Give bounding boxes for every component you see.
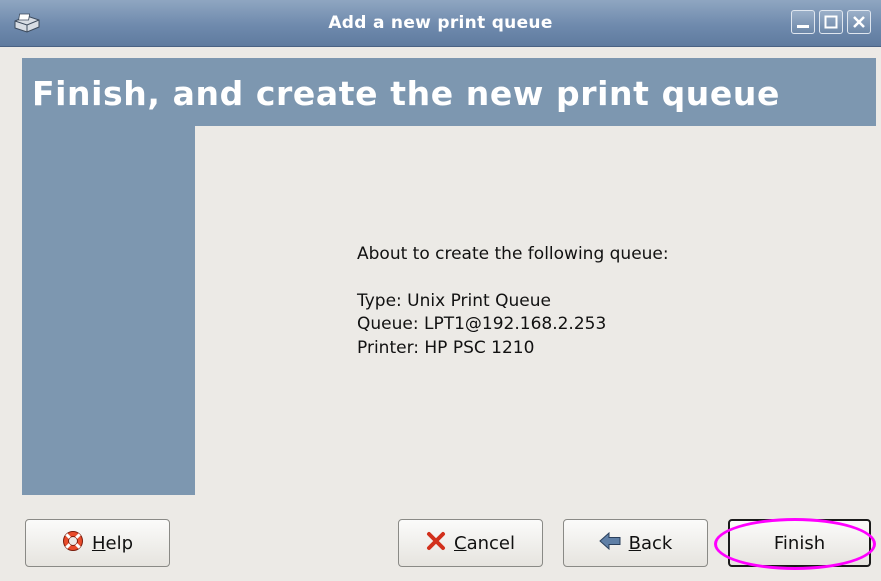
cancel-label: Cancel xyxy=(454,532,515,554)
finish-button[interactable]: Finish xyxy=(728,519,871,567)
queue-type: Type: Unix Print Queue xyxy=(357,290,551,311)
summary-intro: About to create the following queue: xyxy=(357,244,669,264)
help-button[interactable]: Help xyxy=(25,519,170,567)
arrow-left-icon xyxy=(598,531,621,555)
maximize-button[interactable] xyxy=(819,10,843,34)
queue-name: Queue: LPT1@192.168.2.253 xyxy=(357,314,607,334)
finish-label: Finish xyxy=(773,532,826,554)
side-panel xyxy=(22,126,195,495)
lifebuoy-icon xyxy=(62,530,84,557)
page-header: Finish, and create the new print queue xyxy=(22,58,876,126)
printer-model: Printer: HP PSC 1210 xyxy=(357,337,535,358)
summary-panel: About to create the following queue: Typ… xyxy=(357,243,669,360)
cancel-button[interactable]: Cancel xyxy=(398,519,543,567)
dialog-window: Add a new print queue Finish, and create… xyxy=(0,0,881,581)
back-label: Back xyxy=(628,532,673,554)
window-title: Add a new print queue xyxy=(328,13,553,33)
maximize-icon xyxy=(824,15,838,29)
close-button[interactable] xyxy=(847,10,871,34)
close-icon xyxy=(853,16,865,28)
minimize-button[interactable] xyxy=(791,10,815,34)
x-icon xyxy=(426,531,446,556)
page-title: Finish, and create the new print queue xyxy=(32,74,780,113)
help-label: Help xyxy=(91,532,134,554)
minimize-icon xyxy=(797,25,809,28)
title-bar[interactable]: Add a new print queue xyxy=(0,0,881,47)
back-button[interactable]: Back xyxy=(563,519,708,567)
